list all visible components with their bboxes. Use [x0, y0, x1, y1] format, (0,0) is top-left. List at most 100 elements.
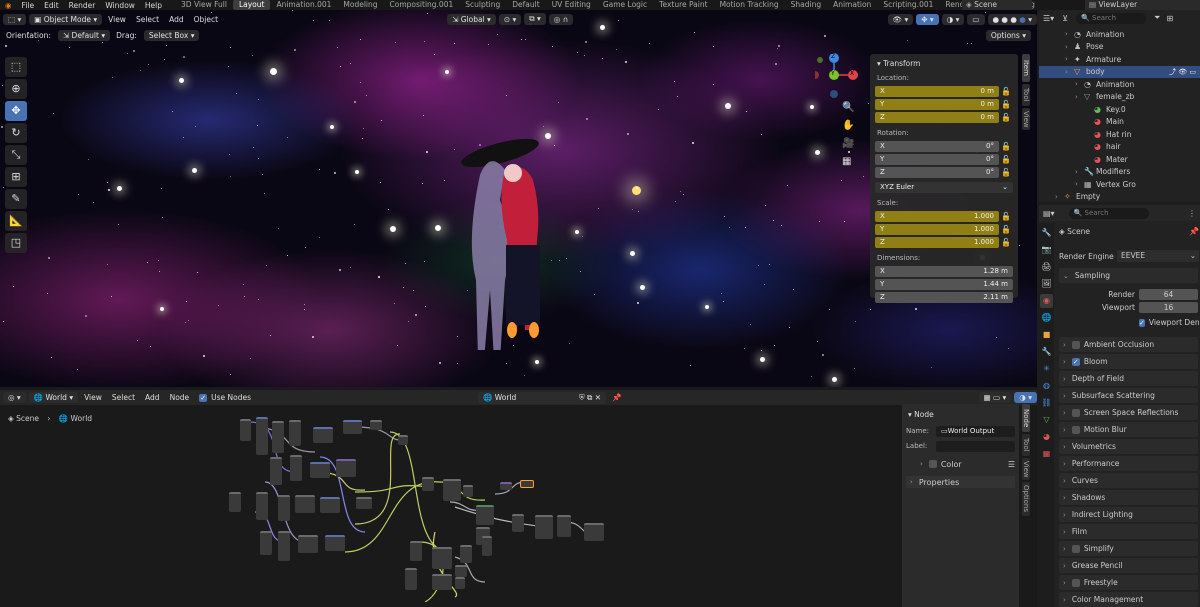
- 3d-viewport[interactable]: ⬚ ▾ ▣ Object Mode ▾ View Select Add Obje…: [0, 10, 1037, 387]
- mode-dropdown[interactable]: ▣ Object Mode ▾: [29, 13, 103, 25]
- drag-dropdown[interactable]: Select Box ▾: [143, 29, 200, 41]
- shader-node[interactable]: [356, 497, 372, 509]
- visibility-eye-icon[interactable]: ⤴ 👁 ▭: [1169, 67, 1196, 77]
- property-panel[interactable]: › Motion Blur: [1059, 422, 1198, 437]
- menu-select[interactable]: Select: [108, 392, 139, 403]
- shader-node[interactable]: [557, 515, 571, 537]
- workspace-tab[interactable]: Motion Tracking: [714, 0, 785, 10]
- shader-node[interactable]: [463, 485, 473, 497]
- render-engine-dropdown[interactable]: EEVEE ⌄: [1117, 250, 1199, 262]
- list-icon[interactable]: ☰: [1008, 460, 1015, 469]
- workspace-tab[interactable]: Sculpting: [459, 0, 506, 10]
- chevron-right-icon[interactable]: ›: [1055, 193, 1064, 201]
- overlay-toggle[interactable]: ◑ ▾: [1014, 392, 1037, 403]
- property-panel[interactable]: › Simplify: [1059, 541, 1198, 556]
- outliner-row[interactable]: › ♟ Pose: [1039, 41, 1200, 54]
- location-y-field[interactable]: Y 0 m: [875, 98, 999, 110]
- outliner-row[interactable]: ◕ Mater: [1039, 153, 1200, 166]
- editor-type-button[interactable]: ◎ ▾: [3, 392, 26, 403]
- shader-type-dropdown[interactable]: 🌐 World ▾: [28, 392, 79, 403]
- property-panel[interactable]: › Grease Pencil: [1059, 558, 1198, 573]
- shader-node[interactable]: [256, 492, 268, 520]
- funnel-icon[interactable]: ⏷: [1154, 13, 1160, 23]
- move-tool-icon[interactable]: ✥: [5, 101, 27, 121]
- property-panel[interactable]: › Depth of Field: [1059, 371, 1198, 386]
- workspace-tab[interactable]: Animation: [827, 0, 877, 10]
- scale-y-field[interactable]: Y 1.000: [875, 223, 999, 235]
- outliner-row[interactable]: ◕ hair: [1039, 141, 1200, 154]
- checkbox-icon[interactable]: [1071, 408, 1080, 417]
- view-layer-tab-icon[interactable]: 🖼: [1040, 277, 1053, 291]
- shader-node[interactable]: [278, 531, 290, 561]
- lock-icon[interactable]: 🔓: [999, 168, 1013, 177]
- chevron-right-icon[interactable]: ›: [1075, 93, 1084, 101]
- cursor-tool-icon[interactable]: ⊕: [5, 79, 27, 99]
- visibility-dropdown[interactable]: 👁 ▾: [887, 13, 914, 25]
- scene-selector[interactable]: ◈ Scene: [962, 0, 1032, 10]
- workspace-tab[interactable]: Default: [506, 0, 545, 10]
- outliner-row[interactable]: › ▽ female_zb: [1039, 91, 1200, 104]
- workspace-tab[interactable]: Modeling: [337, 0, 383, 10]
- lock-icon[interactable]: 🔓: [999, 238, 1013, 247]
- outliner-row[interactable]: › 🔧 Modifiers: [1039, 166, 1200, 179]
- shader-node[interactable]: [500, 482, 512, 490]
- overlay-toggle[interactable]: ◑ ▾: [941, 13, 965, 25]
- gizmo-toggle[interactable]: ✥ ▾: [916, 13, 939, 25]
- select-box-tool-icon[interactable]: ⬚: [5, 57, 27, 77]
- world-datablock-selector[interactable]: 🌐 World ⛨ ⧉ ✕: [478, 391, 607, 404]
- camera-view-icon[interactable]: 🎥: [842, 138, 860, 156]
- workspace-tab[interactable]: 3D View Full: [175, 0, 233, 10]
- outliner-search-input[interactable]: 🔍 Search: [1076, 12, 1147, 24]
- orientation-dropdown[interactable]: ⇲ Default ▾: [57, 29, 111, 41]
- shader-node[interactable]: [512, 514, 524, 532]
- node-panel-header[interactable]: ▾ Node: [908, 410, 1015, 419]
- properties-search-input[interactable]: 🔍 Search: [1068, 207, 1149, 219]
- tool-tab-icon[interactable]: 🔧: [1040, 226, 1053, 240]
- workspace-tab[interactable]: Texture Paint: [653, 0, 713, 10]
- workspace-tab[interactable]: Shading: [785, 0, 827, 10]
- dimensions-y-field[interactable]: Y 1.44 m: [875, 278, 1013, 290]
- shader-node[interactable]: [476, 505, 494, 525]
- menu-render[interactable]: Render: [64, 1, 101, 10]
- workspace-tab[interactable]: Scripting.001: [877, 0, 939, 10]
- outliner-row[interactable]: ◕ Hat rin: [1039, 128, 1200, 141]
- property-panel[interactable]: › Volumetrics: [1059, 439, 1198, 454]
- menu-edit[interactable]: Edit: [39, 1, 64, 10]
- shader-node[interactable]: [432, 547, 452, 569]
- shader-node[interactable]: [256, 417, 268, 455]
- tab-options[interactable]: Options: [1022, 482, 1030, 516]
- texture-tab-icon[interactable]: ▦: [1040, 447, 1053, 461]
- menu-add[interactable]: Add: [141, 392, 164, 403]
- xray-toggle[interactable]: ▭: [967, 13, 985, 25]
- node-label-field[interactable]: [936, 440, 1015, 452]
- character-models[interactable]: [450, 135, 560, 350]
- rotation-x-field[interactable]: X 0°: [875, 140, 999, 152]
- lock-icon[interactable]: 🔓: [999, 212, 1013, 221]
- perspective-grid-icon[interactable]: ▦: [842, 156, 860, 174]
- color-checkbox[interactable]: [928, 460, 937, 468]
- outliner-row[interactable]: › ◔ Animation: [1039, 28, 1200, 41]
- editor-type-button[interactable]: ⬚ ▾: [3, 13, 27, 25]
- property-panel[interactable]: › Color Management: [1059, 592, 1198, 607]
- tab-tool[interactable]: Tool: [1022, 84, 1030, 106]
- new-collection-icon[interactable]: ⊞: [1166, 14, 1173, 23]
- shader-node[interactable]: [295, 495, 315, 513]
- chevron-right-icon[interactable]: ›: [1075, 80, 1084, 88]
- constraints-tab-icon[interactable]: ⛓: [1040, 396, 1053, 410]
- lock-icon[interactable]: 🔓: [999, 155, 1013, 164]
- node-color-row[interactable]: › Color ☰: [906, 458, 1015, 470]
- shader-node[interactable]: [229, 492, 241, 512]
- zoom-icon[interactable]: 🔍: [842, 102, 860, 120]
- object-tab-icon[interactable]: ■: [1040, 328, 1053, 342]
- pin-icon[interactable]: 📌: [608, 392, 625, 403]
- menu-view[interactable]: View: [104, 14, 130, 25]
- shader-node[interactable]: [482, 536, 492, 556]
- rotate-tool-icon[interactable]: ↻: [5, 123, 27, 143]
- property-panel[interactable]: › Subsurface Scattering: [1059, 388, 1198, 403]
- filter-icon[interactable]: ⊻: [1062, 14, 1068, 23]
- dimensions-z-field[interactable]: Z 2.11 m: [875, 291, 1013, 303]
- property-panel[interactable]: › Shadows: [1059, 490, 1198, 505]
- lock-icon[interactable]: 🔓: [999, 113, 1013, 122]
- pin-icon[interactable]: 📌: [1189, 227, 1199, 236]
- tab-node[interactable]: Node: [1022, 404, 1030, 432]
